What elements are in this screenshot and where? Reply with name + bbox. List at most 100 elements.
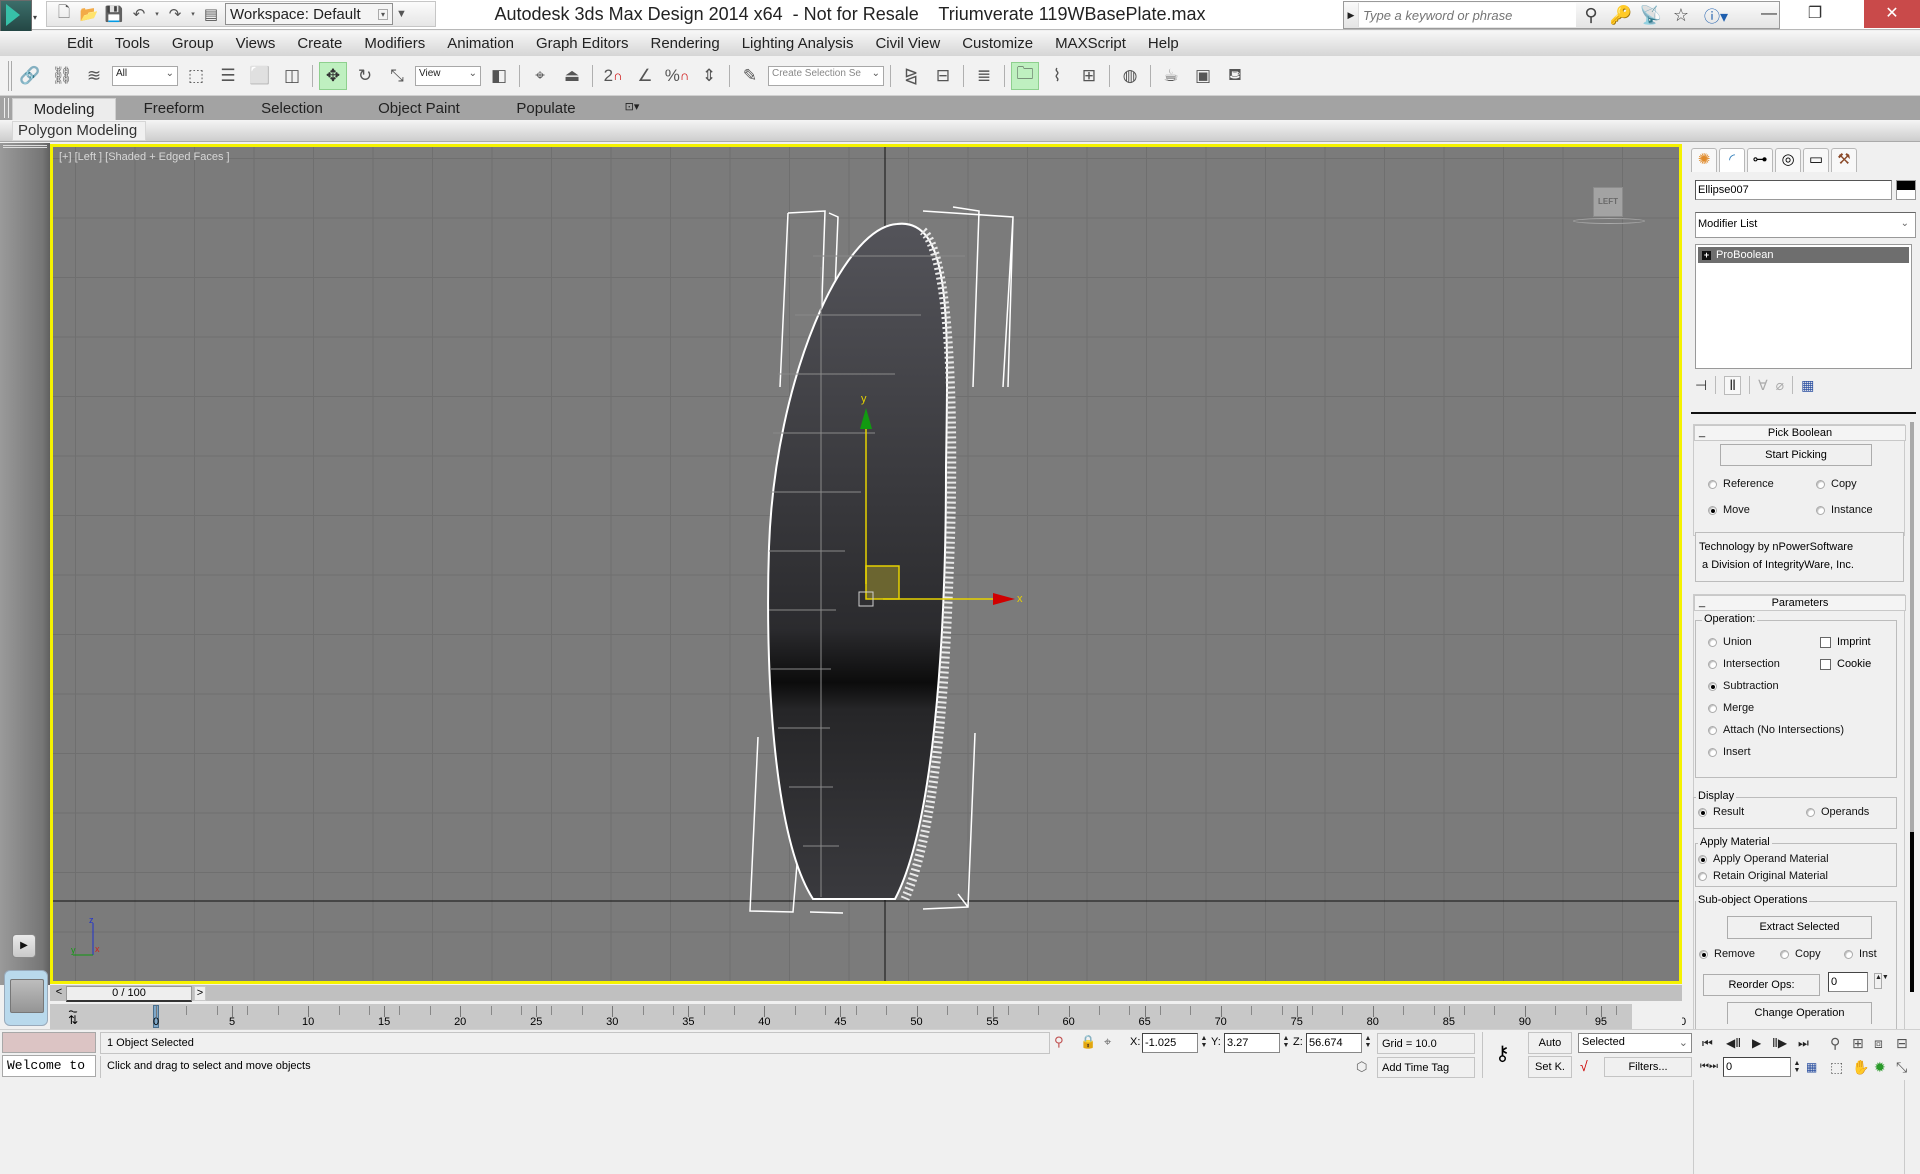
- configure-modifier-sets-icon[interactable]: ▦: [1801, 377, 1814, 394]
- pivot-center-icon[interactable]: ◧: [485, 62, 513, 90]
- tab-populate[interactable]: Populate: [506, 98, 586, 120]
- scene-explorer-icon[interactable]: 🗀: [1011, 61, 1039, 90]
- polygon-modeling-panel[interactable]: Polygon Modeling: [12, 121, 146, 141]
- named-selection-sets-dropdown[interactable]: Create Selection Se ⌄: [768, 65, 884, 86]
- maxscript-listener-input[interactable]: Welcome to: [2, 1055, 96, 1077]
- expand-plus-icon[interactable]: +: [1702, 250, 1711, 260]
- z-spinner-icon[interactable]: ▲ ▼: [1364, 1035, 1372, 1051]
- pick-boolean-header[interactable]: _ Pick Boolean: [1694, 425, 1906, 441]
- bind-space-warp-icon[interactable]: ≋: [80, 62, 108, 90]
- z-coordinate-field[interactable]: [1306, 1033, 1362, 1053]
- frame-spinner-icon[interactable]: ▲ ▼: [1793, 1060, 1801, 1076]
- window-crossing-icon[interactable]: ◫: [278, 62, 306, 90]
- pan-view-icon[interactable]: ✋: [1852, 1059, 1869, 1076]
- menu-lighting-analysis[interactable]: Lighting Analysis: [731, 35, 865, 52]
- radio-insert[interactable]: Insert: [1708, 746, 1751, 758]
- menu-help[interactable]: Help: [1137, 35, 1190, 52]
- zoom-extents-all-icon[interactable]: ⊟: [1896, 1035, 1908, 1052]
- render-production-icon[interactable]: ⛾: [1221, 62, 1249, 90]
- x-coordinate-field[interactable]: [1142, 1033, 1198, 1053]
- tab-object-paint[interactable]: Object Paint: [372, 98, 466, 120]
- reorder-ops-field[interactable]: [1828, 972, 1868, 992]
- select-and-scale-icon[interactable]: ⤡: [383, 62, 411, 90]
- selection-lock-icon[interactable]: 🔒: [1080, 1034, 1096, 1050]
- radio-attach[interactable]: Attach (No Intersections): [1708, 724, 1844, 736]
- redo-dropdown-icon[interactable]: ▾: [189, 10, 197, 18]
- remove-modifier-icon[interactable]: ⌀: [1776, 377, 1784, 394]
- menu-customize[interactable]: Customize: [951, 35, 1044, 52]
- radio-copy[interactable]: Copy: [1816, 478, 1857, 490]
- restore-button[interactable]: ❐: [1792, 0, 1838, 28]
- snaps-toggle-icon[interactable]: 2 ∩: [599, 62, 627, 90]
- keyboard-shortcut-override-icon[interactable]: ⏏: [558, 62, 586, 90]
- help-icon[interactable]: ⓘ▾: [1696, 3, 1736, 27]
- radio-extract-copy[interactable]: Copy: [1780, 948, 1821, 960]
- modifier-list-dropdown[interactable]: Modifier List ⌄: [1695, 212, 1916, 238]
- zoom-extents-icon[interactable]: ⧈: [1874, 1035, 1883, 1052]
- undo-icon[interactable]: ↶: [128, 3, 150, 25]
- time-tag-cube-icon[interactable]: ⬡: [1356, 1059, 1367, 1075]
- radio-extract-remove[interactable]: Remove: [1699, 948, 1755, 960]
- radio-reference[interactable]: Reference: [1708, 478, 1774, 490]
- radio-intersection[interactable]: Intersection: [1708, 658, 1780, 670]
- next-frame-icon[interactable]: Ⅱ▶: [1772, 1036, 1787, 1050]
- radio-apply-operand-material[interactable]: Apply Operand Material: [1698, 853, 1829, 865]
- modify-tab-icon[interactable]: ◜: [1719, 148, 1745, 172]
- select-and-move-icon[interactable]: ✥: [319, 61, 347, 90]
- x-spinner-icon[interactable]: ▲ ▼: [1200, 1035, 1208, 1051]
- isolate-selection-icon[interactable]: ⚲: [1054, 1034, 1064, 1050]
- object-name-field[interactable]: [1695, 180, 1892, 200]
- time-slider-prev-button[interactable]: <: [53, 986, 65, 1001]
- utilities-tab-icon[interactable]: ⚒: [1831, 148, 1857, 172]
- imprint-checkbox[interactable]: Imprint: [1820, 636, 1871, 648]
- menu-rendering[interactable]: Rendering: [639, 35, 730, 52]
- maxscript-listener-output[interactable]: [2, 1032, 96, 1053]
- communication-center-icon[interactable]: 📡: [1636, 5, 1666, 26]
- expand-arrow-icon[interactable]: ▶: [1344, 10, 1358, 21]
- zoom-all-icon[interactable]: ⊞: [1852, 1035, 1864, 1052]
- radio-union[interactable]: Union: [1708, 636, 1752, 648]
- field-of-view-icon[interactable]: ⬚: [1830, 1059, 1843, 1076]
- select-object-icon[interactable]: ⬚: [182, 62, 210, 90]
- open-file-icon[interactable]: 📂: [78, 3, 100, 25]
- favorites-star-icon[interactable]: ☆: [1666, 5, 1696, 26]
- select-and-rotate-icon[interactable]: ↻: [351, 62, 379, 90]
- workspace-dropdown[interactable]: Workspace: Default ▾: [225, 3, 393, 25]
- current-frame-field[interactable]: [1723, 1057, 1791, 1077]
- manipulate-icon[interactable]: ⌖: [526, 62, 554, 90]
- minimize-button[interactable]: —: [1746, 0, 1792, 28]
- tab-freeform[interactable]: Freeform: [132, 98, 216, 120]
- set-keys-key-icon[interactable]: ⚷: [1482, 1032, 1522, 1078]
- key-filter-dropdown[interactable]: Selected ⌄: [1578, 1033, 1692, 1053]
- menu-maxscript[interactable]: MAXScript: [1044, 35, 1137, 52]
- hierarchy-tab-icon[interactable]: ⊶: [1747, 148, 1773, 172]
- radio-retain-original-material[interactable]: Retain Original Material: [1698, 870, 1828, 882]
- viewport-layout-thumbnail[interactable]: [4, 970, 48, 1026]
- extract-selected-button[interactable]: Extract Selected: [1727, 916, 1872, 939]
- tab-modeling[interactable]: Modeling: [12, 98, 116, 120]
- unlink-icon[interactable]: ⛓: [48, 62, 76, 90]
- change-operation-button[interactable]: Change Operation: [1727, 1002, 1872, 1024]
- menu-tools[interactable]: Tools: [104, 35, 161, 52]
- ribbon-options-dropdown-icon[interactable]: ⊡▾: [614, 98, 650, 120]
- time-configuration-icon[interactable]: ▦: [1806, 1060, 1817, 1074]
- track-area[interactable]: 0510152025303540455055606570758085909510…: [104, 1004, 1686, 1029]
- key-filters-button[interactable]: Filters...: [1604, 1057, 1692, 1077]
- project-folder-icon[interactable]: ▤: [200, 3, 222, 25]
- default-key-tangent-icon[interactable]: √: [1580, 1058, 1588, 1074]
- curve-editor-icon[interactable]: ⌇: [1043, 62, 1071, 90]
- cookie-checkbox[interactable]: Cookie: [1820, 658, 1871, 670]
- mirror-icon[interactable]: ⧎: [897, 62, 925, 90]
- show-end-result-icon[interactable]: Ⅱ: [1724, 375, 1742, 395]
- create-tab-icon[interactable]: ✺: [1691, 148, 1717, 172]
- radio-subtraction[interactable]: Subtraction: [1708, 680, 1779, 692]
- motion-tab-icon[interactable]: ◎: [1775, 148, 1801, 172]
- schematic-view-icon[interactable]: ⊞: [1075, 62, 1103, 90]
- redo-icon[interactable]: ↷: [164, 3, 186, 25]
- selection-filter-dropdown[interactable]: All ⌄: [112, 65, 178, 86]
- radio-instance[interactable]: Instance: [1816, 504, 1873, 516]
- start-picking-button[interactable]: Start Picking: [1720, 444, 1872, 466]
- link-icon[interactable]: 🔗: [16, 62, 44, 90]
- object-color-swatch[interactable]: [1896, 180, 1916, 200]
- add-time-tag-button[interactable]: Add Time Tag: [1377, 1057, 1475, 1078]
